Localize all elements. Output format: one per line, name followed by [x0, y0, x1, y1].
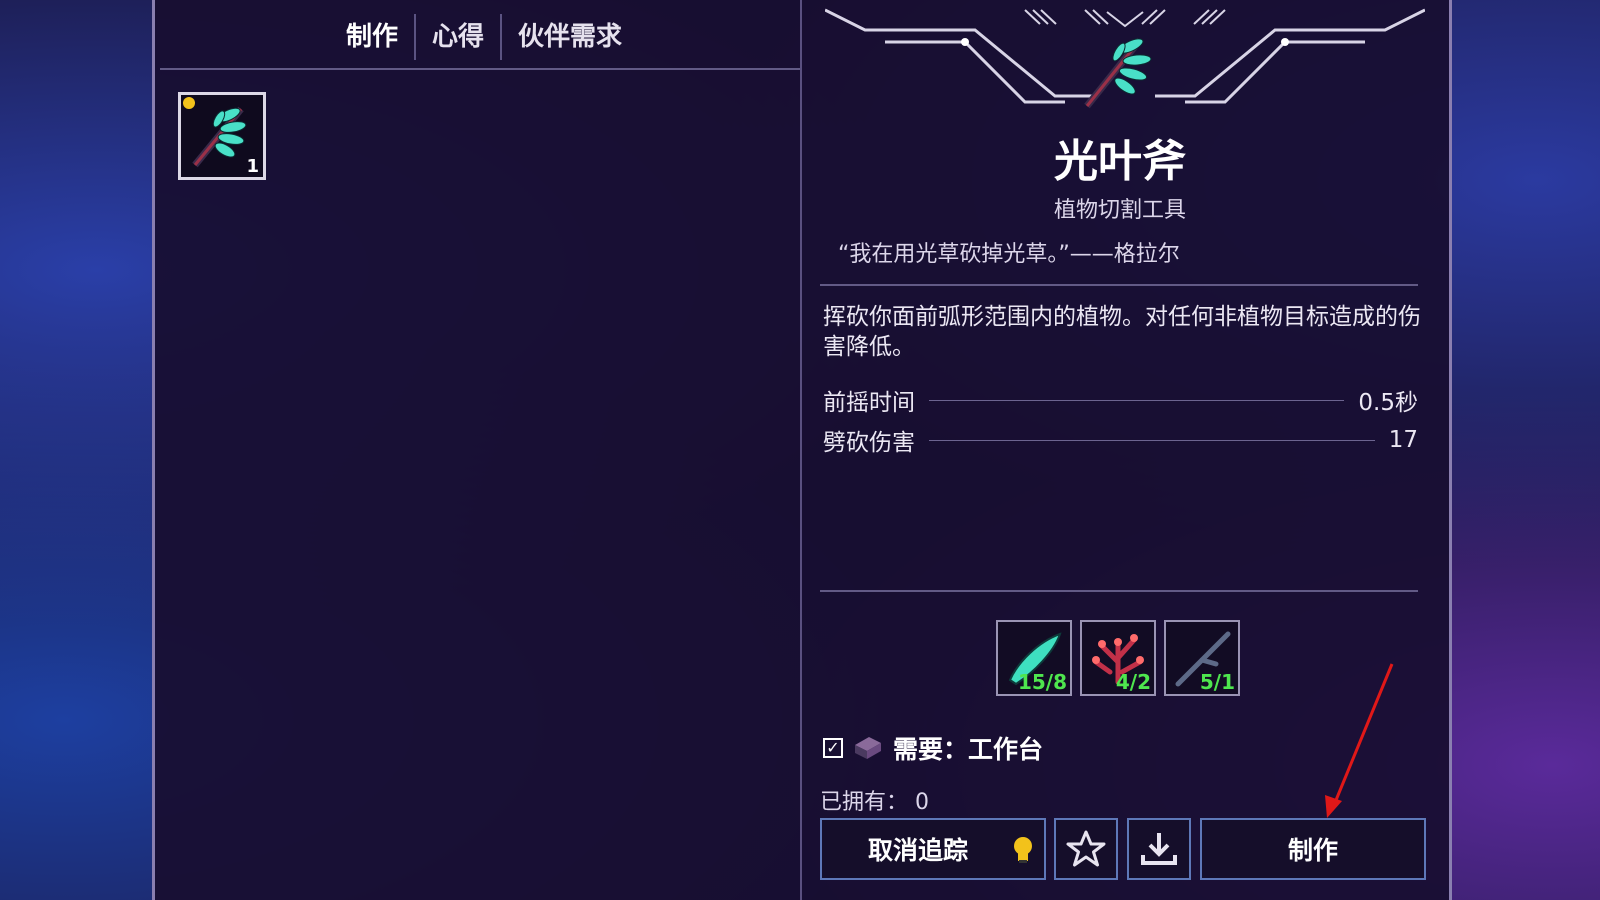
craft-button-label: 制作	[1287, 836, 1338, 865]
slot-count: 1	[246, 156, 259, 177]
star-icon	[1066, 830, 1106, 867]
tab-crafting[interactable]: 制作	[330, 17, 414, 57]
materials-list: 15/8 4/2 5/1	[996, 620, 1240, 696]
material-count: 5/1	[1199, 670, 1235, 694]
recipe-slot[interactable]: 1	[178, 92, 266, 180]
material-slot[interactable]: 15/8	[996, 620, 1072, 696]
untrack-button-label: 取消追踪	[868, 836, 969, 865]
panel-divider	[800, 0, 802, 900]
tab-companion-requests[interactable]: 伙伴需求	[502, 17, 638, 57]
stat-row: 前摇时间 0.5秒	[823, 383, 1418, 417]
item-title: 光叶斧	[1054, 136, 1186, 187]
stat-label: 前摇时间	[823, 390, 915, 416]
stat-value: 0.5秒	[1358, 390, 1418, 416]
craft-button[interactable]: 制作	[1200, 818, 1426, 880]
requirement-row: ✓ 需要：工作台	[823, 730, 1043, 766]
stat-row: 劈砍伤害 17	[823, 423, 1418, 457]
separator-line	[820, 590, 1418, 592]
lightbulb-icon	[1014, 837, 1032, 863]
favorite-button[interactable]	[1054, 818, 1118, 880]
stat-value: 17	[1388, 427, 1418, 453]
stat-leader	[929, 439, 1375, 441]
material-slot[interactable]: 5/1	[1164, 620, 1240, 696]
requirement-checkbox[interactable]: ✓	[823, 738, 843, 758]
separator-line	[820, 284, 1418, 286]
item-quote: “我在用光草砍掉光草。”——格拉尔	[838, 242, 1180, 267]
download-button[interactable]	[1127, 818, 1191, 880]
workbench-icon	[855, 737, 881, 759]
item-description: 挥砍你面前弧形范围内的植物。对任何非植物目标造成的伤害降低。	[823, 304, 1421, 360]
material-count: 15/8	[1017, 670, 1067, 694]
material-slot[interactable]: 4/2	[1080, 620, 1156, 696]
material-count: 4/2	[1115, 670, 1151, 694]
tabs-underline	[160, 68, 800, 70]
tab-insights[interactable]: 心得	[416, 17, 500, 57]
stat-leader	[929, 399, 1345, 401]
owned-count: 已拥有： 0	[820, 790, 929, 815]
untrack-button[interactable]: 取消追踪	[820, 818, 1046, 880]
download-icon	[1141, 833, 1177, 865]
stat-label: 劈砍伤害	[823, 430, 915, 456]
item-type: 植物切割工具	[1053, 198, 1186, 223]
title-ornament	[825, 8, 1425, 109]
tab-bar: 制作 心得 伙伴需求	[330, 14, 638, 60]
requirement-label: 需要：工作台	[893, 735, 1044, 764]
glowleaf-axe-icon	[1084, 37, 1152, 109]
